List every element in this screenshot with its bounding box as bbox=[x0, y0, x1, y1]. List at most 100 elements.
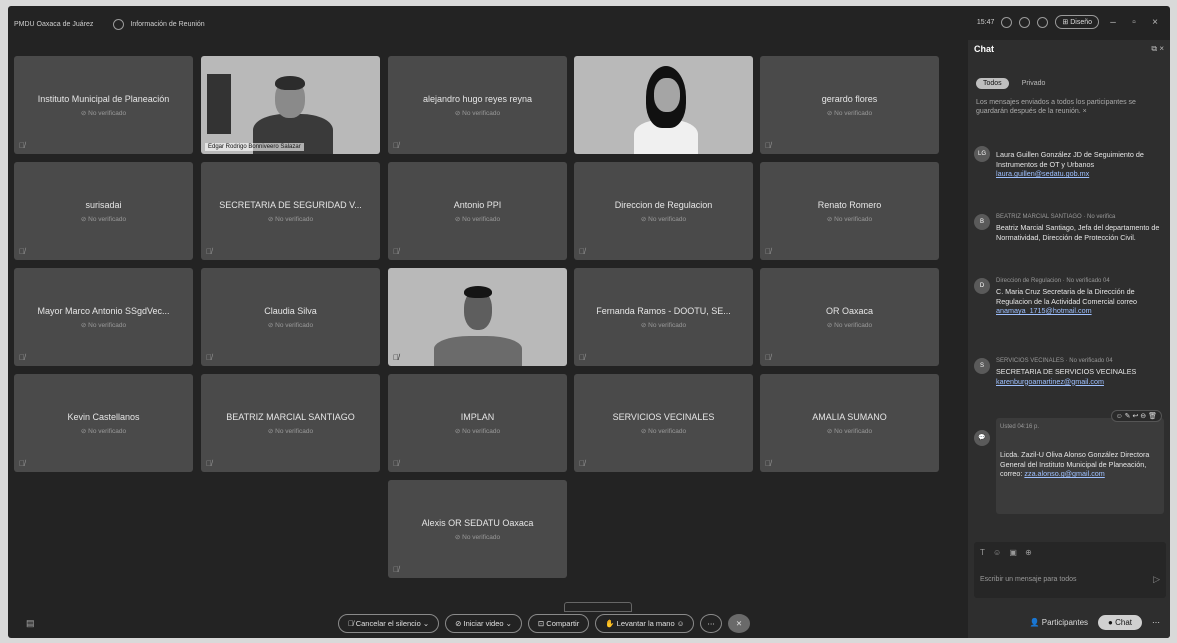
participant-name: BEATRIZ MARCIAL SANTIAGO bbox=[226, 412, 355, 422]
minimize-icon[interactable]: – bbox=[1106, 17, 1120, 28]
participant-tile[interactable]: AMALIA SUMANO ⊘ No verificado 🎙̸ bbox=[760, 374, 939, 472]
participant-tile[interactable]: IMPLAN ⊘ No verificado 🎙̸ bbox=[388, 374, 567, 472]
panel-controls: 👤 Participantes ● Chat ⋯ bbox=[1030, 615, 1160, 630]
message-text: Laura Guillen González JD de Seguimiento… bbox=[996, 150, 1144, 169]
layout-label: Diseño bbox=[1070, 19, 1092, 26]
tab-private[interactable]: Privado bbox=[1015, 78, 1053, 89]
participant-name: gerardo flores bbox=[821, 94, 878, 104]
verification-status: ⊘ No verificado bbox=[640, 322, 687, 329]
mic-muted-icon: 🎙̸ bbox=[579, 247, 585, 256]
participant-tile[interactable]: Claudia Silva ⊘ No verificado 🎙̸ bbox=[201, 268, 380, 366]
participant-tile[interactable]: alejandro hugo reyes reyna ⊘ No verifica… bbox=[388, 56, 567, 154]
maximize-icon[interactable]: ▫ bbox=[1127, 17, 1141, 28]
participant-video-tile[interactable] bbox=[574, 56, 753, 154]
message-text: C. Maria Cruz Secretaria de la Dirección… bbox=[996, 287, 1138, 306]
email-link[interactable]: karenburgoamartinez@gmail.com bbox=[996, 377, 1104, 386]
message-actions[interactable]: ☺ ✎ ↩ ⊖ 🗑 bbox=[1110, 410, 1162, 422]
participant-tile[interactable]: Direccion de Regulacion ⊘ No verificado … bbox=[574, 162, 753, 260]
send-icon[interactable]: ▷ bbox=[1153, 574, 1160, 585]
participant-name: AMALIA SUMANO bbox=[812, 412, 887, 422]
participant-name: SECRETARIA DE SEGURIDAD V... bbox=[219, 200, 362, 210]
participant-tile[interactable]: Mayor Marco Antonio SSgdVec... ⊘ No veri… bbox=[14, 268, 193, 366]
layout-button[interactable]: ⊞ Diseño bbox=[1055, 15, 1099, 29]
mic-muted-icon: 🎙̸ bbox=[19, 353, 25, 362]
chat-bubble-icon: 💬 bbox=[974, 430, 990, 446]
status-icon[interactable] bbox=[1001, 16, 1013, 28]
security-icon[interactable] bbox=[1019, 16, 1031, 28]
verification-status: ⊘ No verificado bbox=[80, 428, 127, 435]
participant-name: surisadai bbox=[85, 200, 122, 210]
popout-icon[interactable]: ⧉ bbox=[1151, 44, 1157, 53]
participant-video-tile[interactable]: Edgar Rodrigo Bonniveero Salazar bbox=[201, 56, 380, 154]
mic-muted-icon: 🎙̸ bbox=[579, 353, 585, 362]
status-text: No verificado bbox=[275, 322, 314, 329]
message-text: Beatriz Marcial Santiago, Jefa del depar… bbox=[996, 223, 1160, 242]
mic-muted-icon: 🎙̸ bbox=[765, 247, 771, 256]
chat-panel: Chat ⧉ × Todos Privado Los mensajes envi… bbox=[968, 40, 1170, 638]
chat-composer: T ☺ ▣ ⊕ Escribir un mensaje para todos ▷ bbox=[974, 542, 1166, 598]
participant-tile[interactable]: surisadai ⊘ No verificado 🎙̸ bbox=[14, 162, 193, 260]
message-body: SECRETARIA DE SERVICIOS VECINALES karenb… bbox=[996, 367, 1162, 386]
tab-all[interactable]: Todos bbox=[976, 78, 1009, 89]
notice-text: Los mensajes enviados a todos los partic… bbox=[976, 99, 1136, 115]
people-icon: 👤 bbox=[1029, 618, 1042, 627]
participant-name: Renato Romero bbox=[817, 200, 882, 210]
email-link[interactable]: anamaya_1715@hotmail.com bbox=[996, 306, 1092, 315]
search-icon[interactable] bbox=[1037, 16, 1049, 28]
mic-off-icon: 🎙̸ bbox=[348, 619, 356, 628]
status-text: No verificado bbox=[648, 322, 687, 329]
message-body: Licda. Zazil-U Oliva Alonso González Dir… bbox=[1000, 450, 1160, 479]
more-options-button[interactable]: ⋯ bbox=[700, 614, 722, 633]
status-text: No verificado bbox=[462, 216, 501, 223]
verification-status: ⊘ No verificado bbox=[826, 216, 873, 223]
participant-tile[interactable]: SERVICIOS VECINALES ⊘ No verificado 🎙̸ bbox=[574, 374, 753, 472]
chat-button[interactable]: ● Chat bbox=[1098, 615, 1142, 630]
chat-tabs: Todos Privado bbox=[976, 78, 1052, 89]
participant-tile[interactable]: SECRETARIA DE SEGURIDAD V... ⊘ No verifi… bbox=[201, 162, 380, 260]
verification-status: ⊘ No verificado bbox=[80, 216, 127, 223]
participant-name: Direccion de Regulacion bbox=[614, 200, 713, 210]
participant-tile[interactable]: Instituto Municipal de Planeación ⊘ No v… bbox=[14, 56, 193, 154]
verification-status: ⊘ No verificado bbox=[454, 110, 501, 117]
camera-off-icon: ⊘ bbox=[455, 619, 464, 628]
start-video-button[interactable]: ⊘ Iniciar video ⌄ bbox=[445, 614, 522, 633]
verification-status: ⊘ No verificado bbox=[826, 322, 873, 329]
status-text: No verificado bbox=[834, 110, 873, 117]
control-bar: ▤ 🎙̸ Cancelar el silencio ⌄ ⊘ Iniciar vi… bbox=[8, 610, 1170, 638]
more-icon[interactable]: ⋯ bbox=[1152, 618, 1160, 627]
verification-status: ⊘ No verificado bbox=[454, 216, 501, 223]
participant-name: Alexis OR SEDATU Oaxaca bbox=[421, 518, 534, 528]
verification-status: ⊘ No verificado bbox=[826, 428, 873, 435]
participant-tile[interactable]: gerardo flores ⊘ No verificado 🎙̸ bbox=[760, 56, 939, 154]
raise-hand-button[interactable]: ✋ Levantar la mano ☺ bbox=[595, 614, 695, 633]
email-link[interactable]: laura.guillen@sedatu.gob.mx bbox=[996, 169, 1089, 178]
participant-tile[interactable]: Antonio PPI ⊘ No verificado 🎙̸ bbox=[388, 162, 567, 260]
participant-tile[interactable]: Renato Romero ⊘ No verificado 🎙̸ bbox=[760, 162, 939, 260]
share-button[interactable]: ⊡ Compartir bbox=[527, 614, 590, 633]
close-chat-icon[interactable]: × bbox=[1159, 44, 1164, 53]
dismiss-notice-icon[interactable]: × bbox=[1083, 108, 1087, 115]
participant-tile[interactable]: BEATRIZ MARCIAL SANTIAGO ⊘ No verificado… bbox=[201, 374, 380, 472]
captions-icon[interactable]: ▤ bbox=[26, 618, 35, 629]
participant-tile[interactable]: Alexis OR SEDATU Oaxaca ⊘ No verificado … bbox=[388, 480, 567, 578]
avatar: S bbox=[974, 358, 990, 374]
participant-video-tile[interactable]: 🎙̸ bbox=[388, 268, 567, 366]
participant-tile[interactable]: Fernanda Ramos - DOOTU, SE... ⊘ No verif… bbox=[574, 268, 753, 366]
format-toolbar[interactable]: T ☺ ▣ ⊕ bbox=[980, 548, 1035, 557]
status-text: No verificado bbox=[88, 322, 127, 329]
mic-muted-icon: 🎙̸ bbox=[19, 247, 25, 256]
verification-status: ⊘ No verificado bbox=[80, 322, 127, 329]
share-label: Compartir bbox=[546, 619, 580, 628]
participant-tile[interactable]: OR Oaxaca ⊘ No verificado 🎙̸ bbox=[760, 268, 939, 366]
message-body: Laura Guillen González JD de Seguimiento… bbox=[996, 150, 1162, 179]
participant-name: Fernanda Ramos - DOOTU, SE... bbox=[596, 306, 731, 316]
message-input[interactable]: Escribir un mensaje para todos bbox=[980, 576, 1077, 583]
unmute-label: Cancelar el silencio bbox=[355, 619, 421, 628]
email-link[interactable]: zza.alonso.g@gmail.com bbox=[1024, 469, 1104, 478]
status-text: No verificado bbox=[88, 428, 127, 435]
leave-meeting-button[interactable]: ✕ bbox=[727, 614, 751, 633]
participants-button[interactable]: 👤 Participantes bbox=[1030, 618, 1088, 627]
participant-tile[interactable]: Kevin Castellanos ⊘ No verificado 🎙̸ bbox=[14, 374, 193, 472]
close-icon[interactable]: × bbox=[1148, 17, 1162, 28]
unmute-button[interactable]: 🎙̸ Cancelar el silencio ⌄ bbox=[338, 614, 440, 633]
